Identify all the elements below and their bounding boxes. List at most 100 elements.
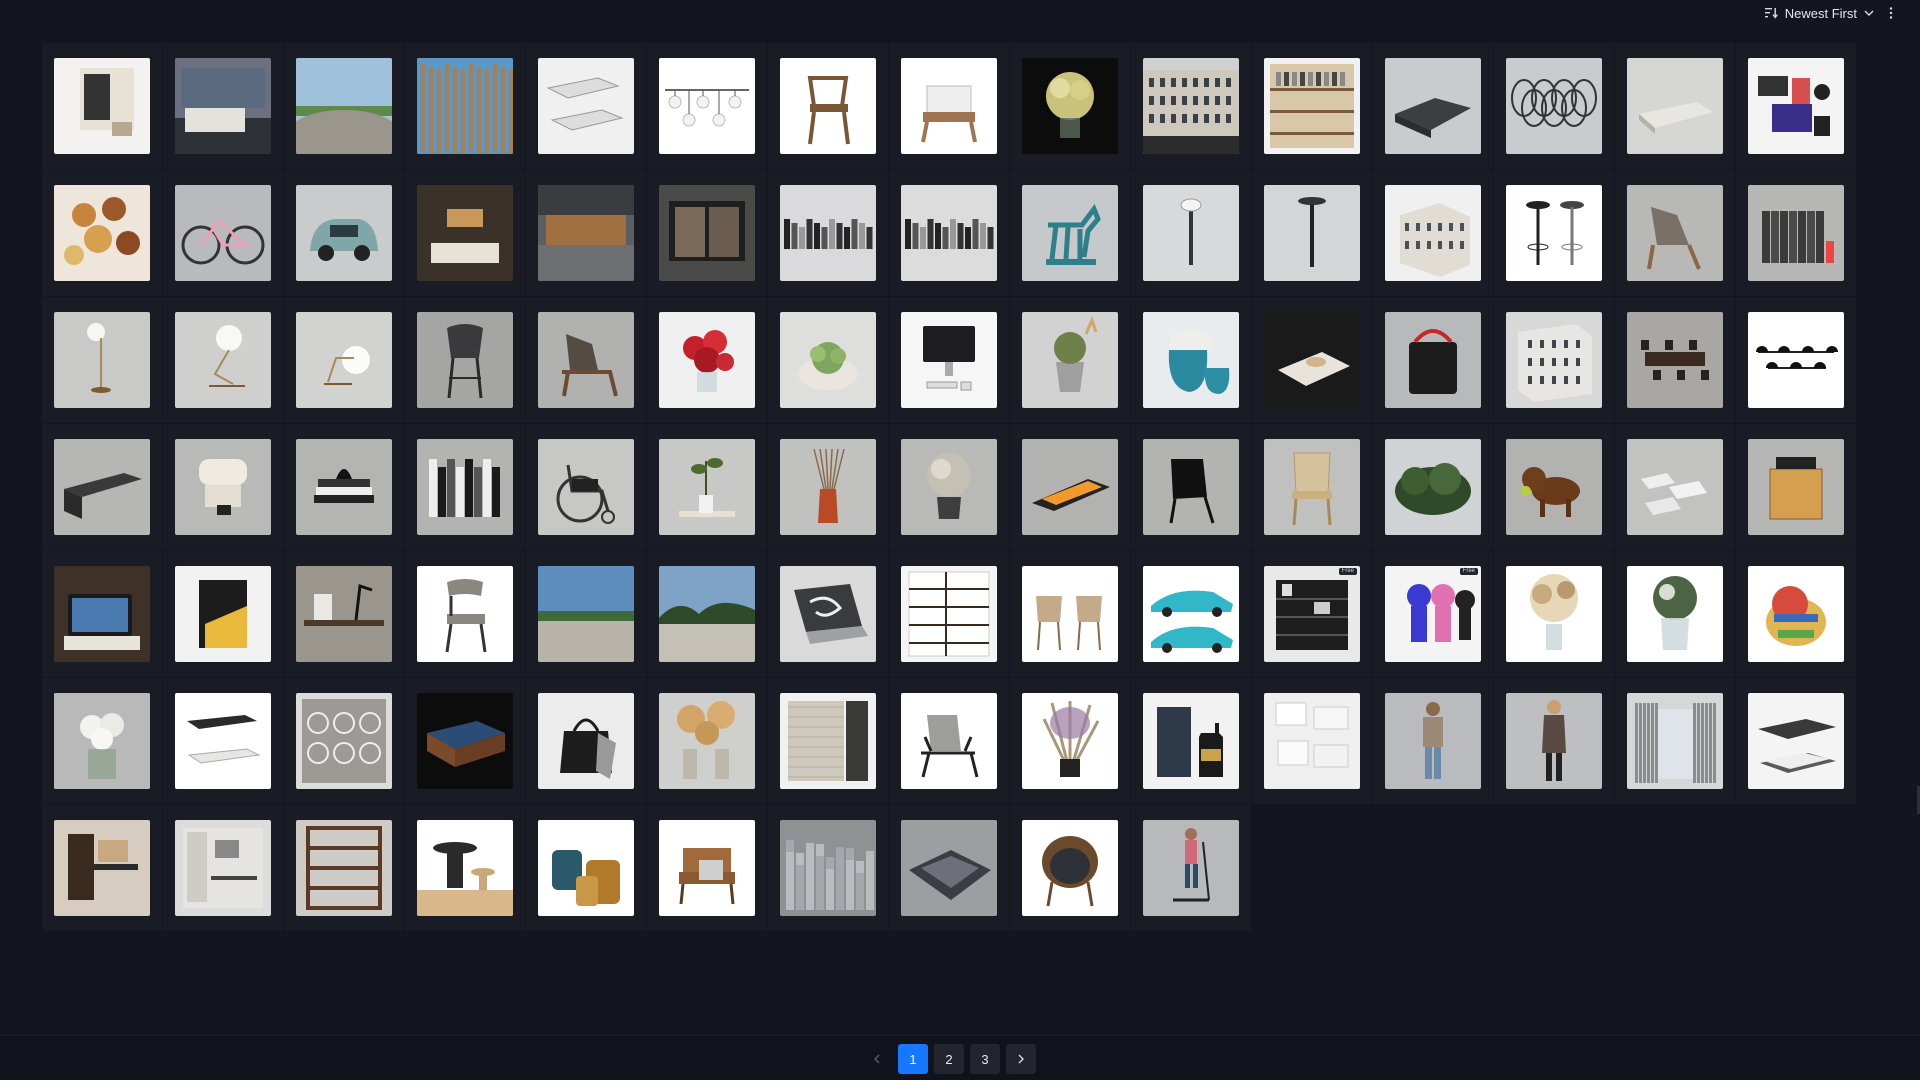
asset-card[interactable] [526, 297, 646, 423]
asset-card[interactable] [1494, 297, 1614, 423]
asset-card[interactable] [405, 170, 525, 296]
asset-card[interactable] [1373, 678, 1493, 804]
asset-card[interactable] [405, 424, 525, 550]
asset-card[interactable]: Free [1373, 551, 1493, 677]
asset-card[interactable] [1010, 297, 1130, 423]
asset-card[interactable] [1615, 424, 1735, 550]
asset-card[interactable] [163, 297, 283, 423]
asset-card[interactable] [647, 170, 767, 296]
next-page-button[interactable] [1006, 1044, 1036, 1074]
asset-card[interactable] [889, 43, 1009, 169]
asset-card[interactable] [163, 170, 283, 296]
asset-card[interactable] [284, 424, 404, 550]
asset-card[interactable] [1252, 297, 1372, 423]
asset-card[interactable] [647, 43, 767, 169]
asset-card[interactable] [768, 297, 888, 423]
asset-card[interactable] [647, 551, 767, 677]
asset-card[interactable] [1736, 678, 1856, 804]
asset-card[interactable] [1615, 43, 1735, 169]
asset-card[interactable] [42, 297, 162, 423]
asset-card[interactable] [647, 805, 767, 931]
asset-card[interactable] [889, 424, 1009, 550]
asset-card[interactable] [284, 297, 404, 423]
asset-card[interactable] [1736, 43, 1856, 169]
asset-card[interactable] [647, 678, 767, 804]
asset-card[interactable] [889, 170, 1009, 296]
asset-card[interactable] [1010, 43, 1130, 169]
asset-card[interactable] [1131, 297, 1251, 423]
prev-page-button[interactable] [862, 1044, 892, 1074]
asset-card[interactable] [1131, 678, 1251, 804]
asset-card[interactable] [1615, 297, 1735, 423]
asset-card[interactable] [1373, 297, 1493, 423]
asset-card[interactable] [405, 805, 525, 931]
asset-card[interactable] [526, 551, 646, 677]
asset-card[interactable] [1494, 424, 1614, 550]
asset-card[interactable] [1252, 170, 1372, 296]
asset-card[interactable] [284, 170, 404, 296]
asset-card[interactable] [42, 551, 162, 677]
asset-card[interactable] [889, 297, 1009, 423]
asset-card[interactable] [42, 424, 162, 550]
asset-card[interactable] [1615, 170, 1735, 296]
asset-card[interactable] [163, 678, 283, 804]
asset-card[interactable] [1131, 43, 1251, 169]
asset-card[interactable] [1252, 43, 1372, 169]
asset-card[interactable] [1736, 424, 1856, 550]
asset-card[interactable] [768, 678, 888, 804]
asset-card[interactable] [768, 424, 888, 550]
asset-card[interactable] [163, 43, 283, 169]
asset-card[interactable] [1615, 551, 1735, 677]
asset-card[interactable] [1736, 297, 1856, 423]
asset-card[interactable] [163, 551, 283, 677]
asset-card[interactable] [163, 805, 283, 931]
asset-card[interactable] [1010, 678, 1130, 804]
asset-card[interactable] [284, 678, 404, 804]
asset-card[interactable] [405, 43, 525, 169]
asset-card[interactable] [526, 43, 646, 169]
asset-card[interactable] [42, 805, 162, 931]
asset-card[interactable] [42, 678, 162, 804]
asset-card[interactable] [526, 424, 646, 550]
asset-card[interactable] [1131, 551, 1251, 677]
asset-card[interactable] [163, 424, 283, 550]
asset-card[interactable] [1736, 170, 1856, 296]
asset-card[interactable] [284, 805, 404, 931]
page-button-3[interactable]: 3 [970, 1044, 1000, 1074]
asset-card[interactable] [1131, 424, 1251, 550]
asset-card[interactable] [768, 170, 888, 296]
asset-card[interactable] [1010, 551, 1130, 677]
asset-card[interactable] [284, 551, 404, 677]
asset-card[interactable] [889, 678, 1009, 804]
asset-card[interactable] [405, 551, 525, 677]
asset-card[interactable] [526, 170, 646, 296]
asset-card[interactable] [768, 43, 888, 169]
asset-card[interactable] [405, 678, 525, 804]
asset-card[interactable] [42, 43, 162, 169]
asset-card[interactable] [1010, 424, 1130, 550]
asset-card[interactable] [1131, 805, 1251, 931]
asset-card[interactable] [1252, 424, 1372, 550]
asset-card[interactable] [1373, 170, 1493, 296]
asset-card[interactable] [889, 805, 1009, 931]
asset-card[interactable] [526, 805, 646, 931]
asset-card[interactable] [768, 805, 888, 931]
asset-card[interactable] [889, 551, 1009, 677]
asset-card[interactable] [1010, 805, 1130, 931]
page-button-2[interactable]: 2 [934, 1044, 964, 1074]
asset-card[interactable] [1373, 43, 1493, 169]
asset-card[interactable] [526, 678, 646, 804]
asset-card[interactable] [1010, 170, 1130, 296]
asset-card[interactable] [647, 297, 767, 423]
asset-card[interactable] [1252, 678, 1372, 804]
asset-card[interactable] [768, 551, 888, 677]
sort-dropdown[interactable]: Newest First [1764, 4, 1874, 22]
asset-card[interactable] [1373, 424, 1493, 550]
more-vertical-icon[interactable] [1884, 4, 1898, 22]
asset-card[interactable] [647, 424, 767, 550]
page-button-1[interactable]: 1 [898, 1044, 928, 1074]
asset-card[interactable] [1494, 678, 1614, 804]
asset-card[interactable] [1494, 170, 1614, 296]
asset-card[interactable] [1736, 551, 1856, 677]
asset-card[interactable] [1615, 678, 1735, 804]
